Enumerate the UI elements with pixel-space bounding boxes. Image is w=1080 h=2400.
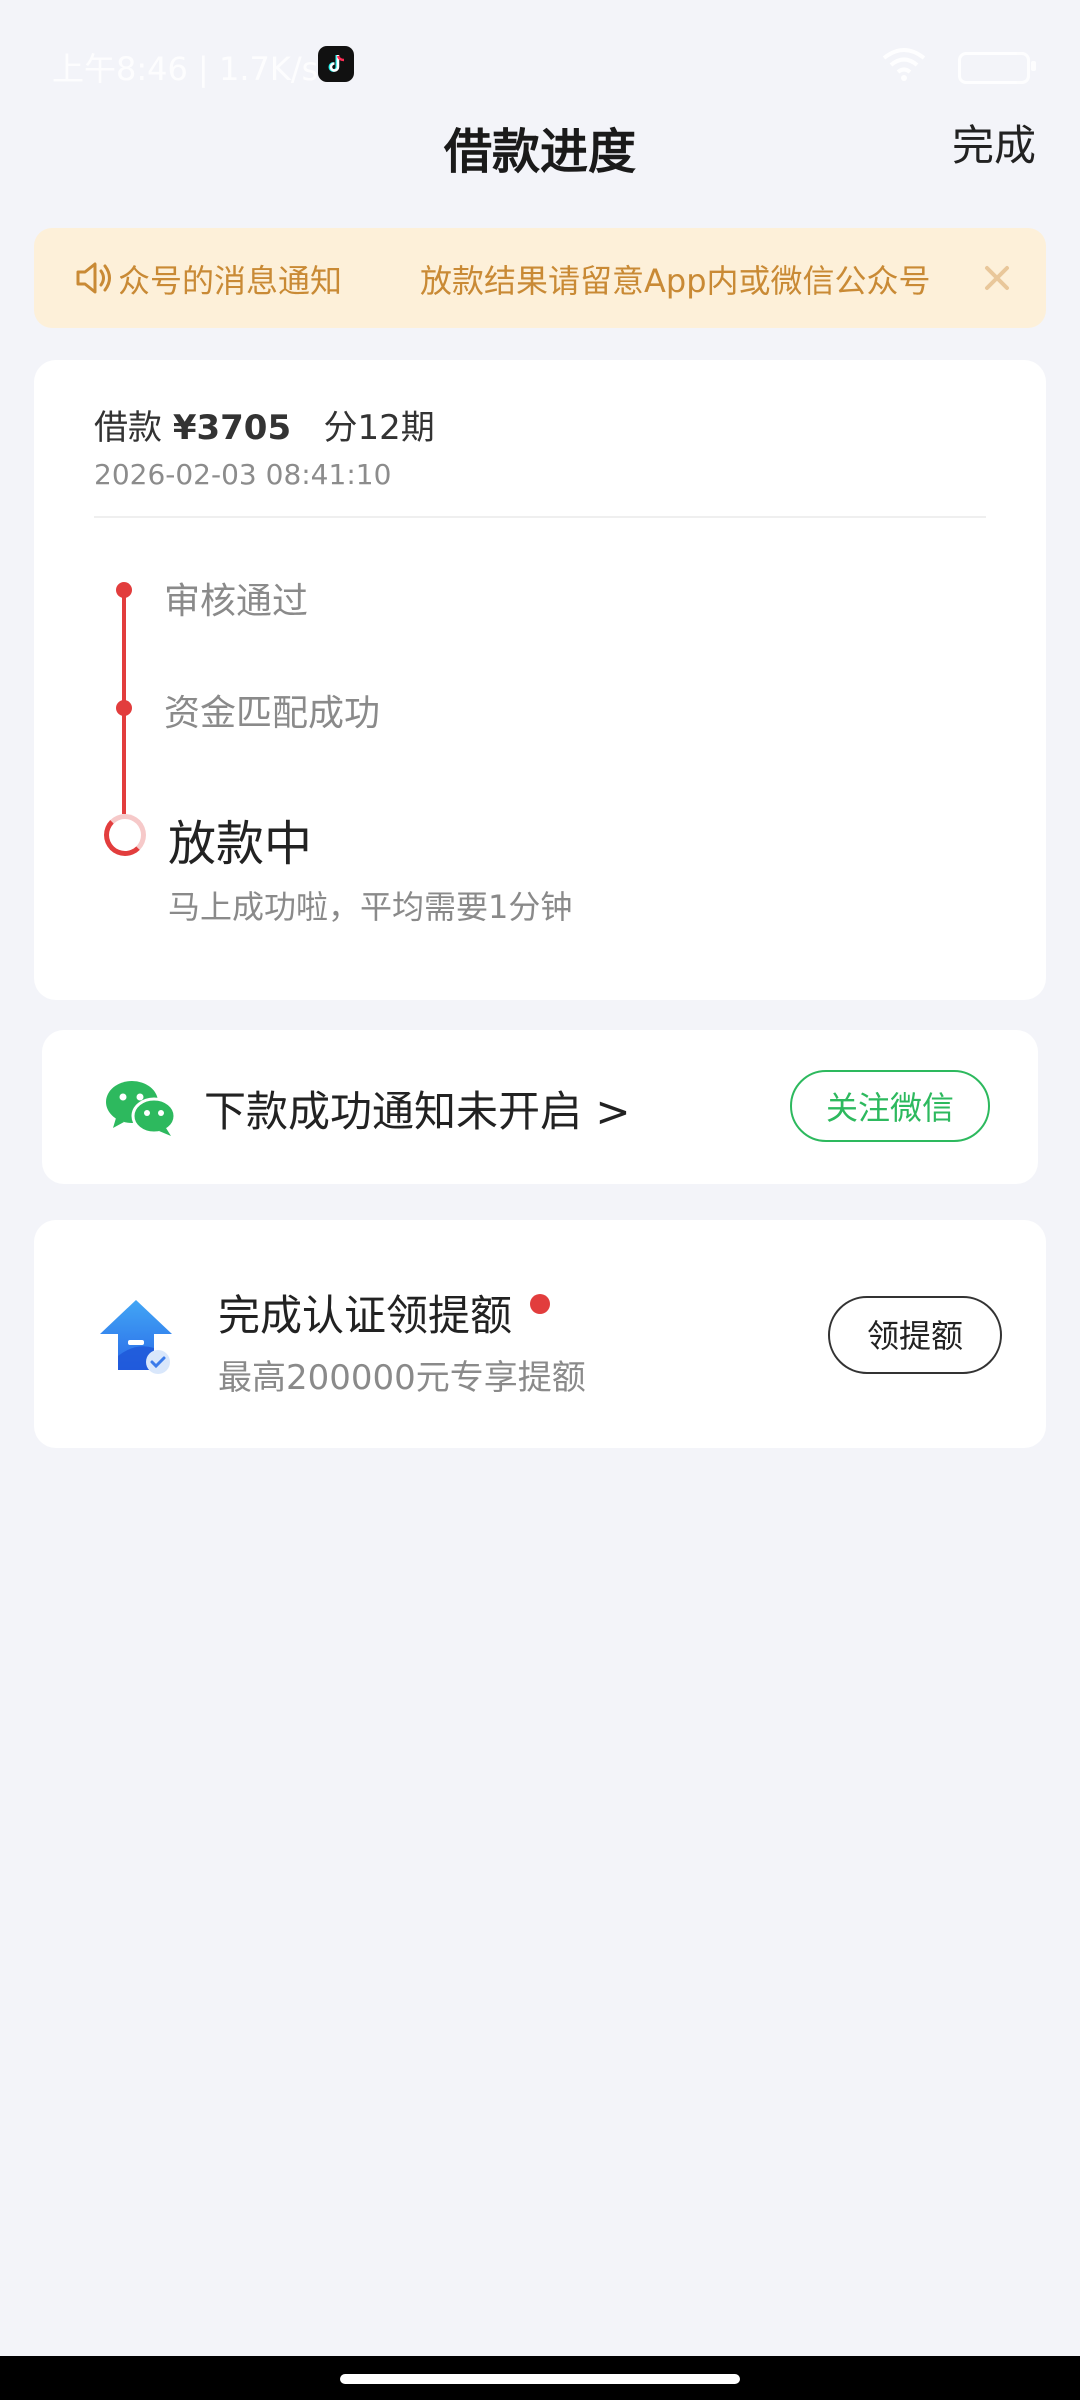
timeline-dot [116,700,132,716]
notice-text-part1: 众号的消息通知 [120,262,343,300]
timeline-dot [116,582,132,598]
notice-text-part2: 放款结果请留意App内或微信公众号 [420,262,931,300]
step-disbursing: 放款中 [168,816,313,872]
wechat-notify-text[interactable]: 下款成功通知未开启 > [204,1078,631,1139]
status-indicators [730,46,1036,84]
speaker-icon [76,262,111,294]
tiktok-icon [318,46,354,82]
quota-card[interactable]: 完成认证领提额 最高200000元专享提额 领提额 [34,1220,1046,1448]
home-indicator[interactable] [340,2374,740,2384]
wechat-notify-card[interactable]: 下款成功通知未开启 > 关注微信 [42,1030,1038,1184]
get-quota-button[interactable]: 领提额 [828,1296,1002,1374]
loan-label: 借款 [94,408,162,448]
loading-ring-icon [104,814,146,856]
status-time: 上午8:46 | 1.7K/s [52,50,319,88]
notice-marquee: 众号的消息通知 放款结果请留意App内或微信公众号 [120,228,950,328]
step-fund-matched: 资金匹配成功 [164,693,381,734]
quota-subtitle: 最高200000元专享提额 [218,1358,586,1398]
status-bar: 上午8:46 | 1.7K/s [0,0,1080,130]
loan-progress-card: 借款 ¥3705 分12期 2026-02-03 08:41:10 审核通过 资… [34,360,1046,1000]
notification-dot [530,1294,550,1314]
loan-amount: ¥3705 [172,408,292,448]
follow-wechat-button[interactable]: 关注微信 [790,1070,990,1142]
quota-title: 完成认证领提额 [218,1291,513,1340]
done-button[interactable]: 完成 [952,112,1036,173]
page-title: 借款进度 [443,124,636,180]
loan-datetime: 2026-02-03 08:41:10 [94,458,392,491]
wifi-icon [882,48,926,81]
battery-icon [958,52,1036,84]
step-review-passed: 审核通过 [164,581,309,622]
loan-summary: 借款 ¥3705 分12期 [94,400,435,449]
notice-bar: 众号的消息通知 放款结果请留意App内或微信公众号 [34,228,1046,328]
wechat-icon [106,1081,176,1136]
close-icon[interactable] [978,259,1016,297]
divider [94,516,986,518]
step-disbursing-note: 马上成功啦，平均需要1分钟 [168,888,573,926]
system-nav-bar [0,2356,1080,2400]
quota-up-arrow-icon [100,1300,172,1374]
loan-installments: 分12期 [323,408,435,448]
